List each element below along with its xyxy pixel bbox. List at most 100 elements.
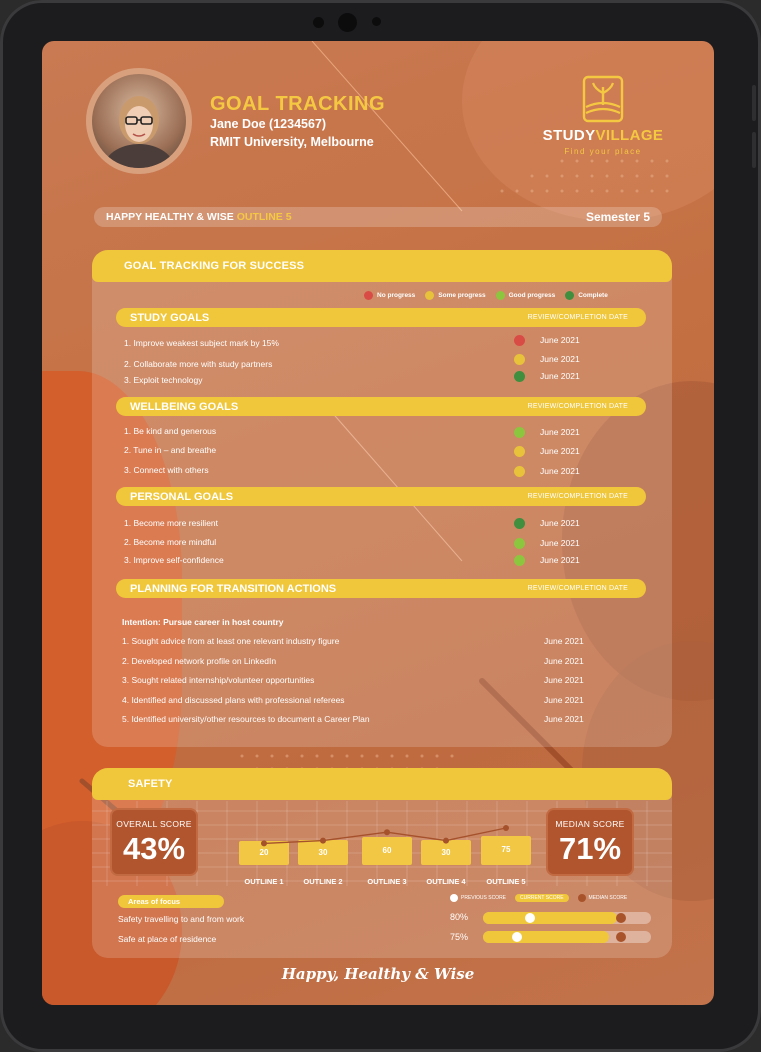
goal-item: 3. Exploit technology xyxy=(124,375,203,385)
logo-tagline: Find your place xyxy=(564,147,642,156)
goal-item: 2. Collaborate more with study partners xyxy=(124,359,273,369)
logo-word-study: STUDY xyxy=(542,127,596,144)
section-title: WELLBEING GOALS xyxy=(130,401,239,413)
current-score-fill xyxy=(483,912,618,924)
action-date: June 2021 xyxy=(544,675,584,685)
goal-item: 2. Become more mindful xyxy=(124,537,217,547)
median-score-value: 71% xyxy=(558,831,622,866)
review-date-label: REVIEW/COMPLETION DATE xyxy=(527,493,628,500)
median-score-marker xyxy=(616,913,626,923)
focus-score-track xyxy=(483,912,651,924)
outline-prefix: HAPPY HEALTHY & WISE xyxy=(106,211,234,223)
some-progress-dot-icon xyxy=(514,466,525,477)
sensor-icon xyxy=(313,17,324,28)
outline-number: OUTLINE 5 xyxy=(236,211,292,223)
section-title: STUDY GOALS xyxy=(130,312,210,324)
legend-previous: PREVIOUS SCORE xyxy=(461,895,507,901)
action-date: June 2021 xyxy=(544,714,584,724)
action-date: June 2021 xyxy=(544,695,584,705)
some-progress-dot-icon xyxy=(514,446,525,457)
focus-row-label: Safe at place of residence xyxy=(118,934,217,944)
goal-date: June 2021 xyxy=(540,354,580,364)
goal-item: 1. Become more resilient xyxy=(124,518,219,528)
some-progress-dot-icon xyxy=(514,354,525,365)
goal-item: 1. Be kind and generous xyxy=(124,426,217,436)
chart-bar: 20 xyxy=(239,841,289,865)
legend-label: Some progress xyxy=(438,292,486,299)
review-date-label: REVIEW/COMPLETION DATE xyxy=(527,314,628,321)
logo-wordmark: STUDYVILLAGE xyxy=(538,127,668,144)
wellbeing-goals-header: WELLBEING GOALS REVIEW/COMPLETION DATE xyxy=(116,397,646,416)
legend-label: No progress xyxy=(377,292,416,299)
focus-row-label: Safety travelling to and from work xyxy=(118,914,245,924)
good-progress-dot-icon xyxy=(514,555,525,566)
goal-date: June 2021 xyxy=(540,555,580,565)
camera-icon xyxy=(338,13,357,32)
goal-date: June 2021 xyxy=(540,427,580,437)
goal-panel-title: GOAL TRACKING FOR SUCCESS xyxy=(92,250,672,282)
legend-current: CURRENT SCORE xyxy=(515,894,569,902)
action-date: June 2021 xyxy=(544,636,584,646)
footer-slogan: Happy, Healthy & Wise xyxy=(281,965,475,983)
goal-item: 2. Tune in – and breathe xyxy=(124,445,217,455)
avatar xyxy=(86,68,192,174)
light-sensor-icon xyxy=(372,17,381,26)
transition-action: 2. Developed network profile on LinkedIn xyxy=(122,656,277,666)
focus-row-percent: 75% xyxy=(450,932,469,942)
outline-label: HAPPY HEALTHY & WISE OUTLINE 5 xyxy=(106,211,292,223)
previous-score-dot-icon xyxy=(450,894,458,902)
legend-label: Good progress xyxy=(508,292,556,299)
chart-bar: 30 xyxy=(421,840,471,865)
focus-legend: PREVIOUS SCORE CURRENT SCORE MEDIAN SCOR… xyxy=(450,894,627,902)
section-title: PERSONAL GOALS xyxy=(130,491,234,503)
progress-legend: No progress Some progress Good progress … xyxy=(364,291,608,300)
complete-dot-icon xyxy=(565,291,575,300)
volume-up-button[interactable] xyxy=(752,85,756,121)
some-progress-dot-icon xyxy=(425,291,435,300)
personal-goals-header: PERSONAL GOALS REVIEW/COMPLETION DATE xyxy=(116,487,646,506)
outline-bar: HAPPY HEALTHY & WISE OUTLINE 5 Semester … xyxy=(94,207,662,227)
chart-bar: 30 xyxy=(298,840,348,865)
goal-date: June 2021 xyxy=(540,335,580,345)
no-progress-dot-icon xyxy=(364,291,373,300)
median-score-marker xyxy=(616,932,626,942)
semester-label: Semester 5 xyxy=(585,210,650,224)
transition-action: 1. Sought advice from at least one relev… xyxy=(122,636,340,646)
student-name: Jane Doe (1234567) xyxy=(210,117,327,131)
volume-down-button[interactable] xyxy=(752,132,756,168)
review-date-label: REVIEW/COMPLETION DATE xyxy=(527,403,628,410)
profile-photo xyxy=(92,74,186,168)
screen: GOAL TRACKING Jane Doe (1234567) RMIT Un… xyxy=(42,41,714,1005)
median-score-dot-icon xyxy=(577,894,586,902)
focus-score-track xyxy=(483,931,651,943)
median-score-label: MEDIAN SCORE xyxy=(555,819,625,829)
overall-score-label: OVERALL SCORE xyxy=(116,819,192,829)
good-progress-dot-icon xyxy=(514,427,525,438)
village-logo-icon xyxy=(582,75,624,123)
chart-category-label: OUTLINE 2 xyxy=(303,877,343,886)
current-score-fill xyxy=(483,931,609,943)
areas-of-focus-label: Areas of focus xyxy=(118,895,224,908)
person-icon xyxy=(103,96,175,168)
study-village-logo: STUDYVILLAGE Find your place xyxy=(538,75,668,159)
tablet-frame: GOAL TRACKING Jane Doe (1234567) RMIT Un… xyxy=(0,0,761,1052)
complete-dot-icon xyxy=(514,371,525,382)
good-progress-dot-icon xyxy=(514,538,525,549)
legend-median: MEDIAN SCORE xyxy=(588,895,628,901)
median-score-card: MEDIAN SCORE 71% xyxy=(546,808,634,876)
previous-score-marker xyxy=(525,913,535,923)
goal-date: June 2021 xyxy=(540,371,580,381)
transition-actions-header: PLANNING FOR TRANSITION ACTIONS REVIEW/C… xyxy=(116,579,646,598)
review-date-label: REVIEW/COMPLETION DATE xyxy=(527,585,628,592)
goal-item: 1. Improve weakest subject mark by 15% xyxy=(124,338,279,348)
goal-date: June 2021 xyxy=(540,538,580,548)
legend-label: Complete xyxy=(578,292,608,299)
chart-bar: 75 xyxy=(481,835,531,865)
page-title: GOAL TRACKING xyxy=(210,93,386,115)
complete-dot-icon xyxy=(514,518,525,529)
section-title: PLANNING FOR TRANSITION ACTIONS xyxy=(130,583,337,595)
logo-word-village: VILLAGE xyxy=(595,127,664,144)
goal-date: June 2021 xyxy=(540,466,580,476)
safety-title: SAFETY xyxy=(92,768,672,800)
previous-score-marker xyxy=(512,932,522,942)
